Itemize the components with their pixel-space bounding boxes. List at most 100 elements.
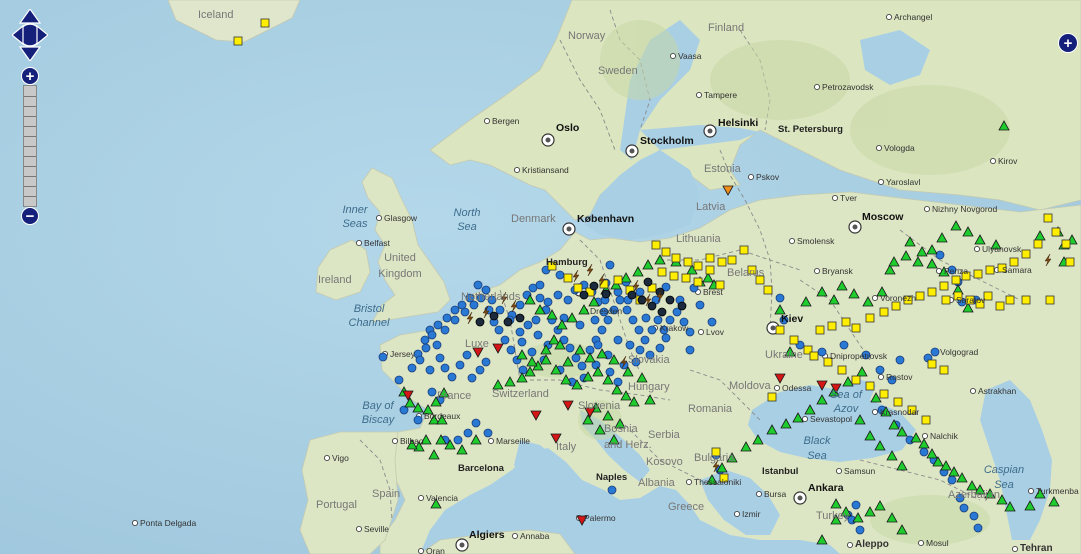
blue-circle-marker[interactable] bbox=[919, 447, 929, 457]
yellow-square-marker[interactable] bbox=[767, 392, 777, 402]
blue-circle-marker[interactable] bbox=[695, 300, 705, 310]
yellow-square-marker[interactable] bbox=[1065, 257, 1075, 267]
yellow-square-marker[interactable] bbox=[973, 269, 983, 279]
blue-circle-marker[interactable] bbox=[500, 335, 510, 345]
blue-circle-marker[interactable] bbox=[413, 415, 423, 425]
blue-circle-marker[interactable] bbox=[435, 353, 445, 363]
blue-circle-marker[interactable] bbox=[635, 345, 645, 355]
blue-circle-marker[interactable] bbox=[959, 503, 969, 513]
blue-circle-marker[interactable] bbox=[605, 367, 615, 377]
blue-circle-marker[interactable] bbox=[523, 320, 533, 330]
yellow-square-marker[interactable] bbox=[233, 36, 243, 46]
yellow-square-marker[interactable] bbox=[879, 307, 889, 317]
yellow-square-marker[interactable] bbox=[865, 381, 875, 391]
blue-circle-marker[interactable] bbox=[839, 340, 849, 350]
pan-up-icon[interactable] bbox=[18, 7, 42, 24]
blue-circle-marker[interactable] bbox=[647, 325, 657, 335]
yellow-square-marker[interactable] bbox=[651, 240, 661, 250]
blue-circle-marker[interactable] bbox=[875, 365, 885, 375]
yellow-square-marker[interactable] bbox=[1021, 295, 1031, 305]
blue-circle-marker[interactable] bbox=[420, 335, 430, 345]
blue-circle-marker[interactable] bbox=[495, 305, 505, 315]
yellow-square-marker[interactable] bbox=[763, 285, 773, 295]
pan-left-icon[interactable] bbox=[11, 24, 24, 46]
yellow-square-marker[interactable] bbox=[915, 291, 925, 301]
blue-circle-marker[interactable] bbox=[895, 355, 905, 365]
blue-circle-marker[interactable] bbox=[775, 293, 785, 303]
dark-circle-marker[interactable] bbox=[647, 301, 657, 311]
blue-circle-marker[interactable] bbox=[533, 330, 543, 340]
dark-circle-marker[interactable] bbox=[601, 289, 611, 299]
blue-circle-marker[interactable] bbox=[440, 325, 450, 335]
blue-circle-marker[interactable] bbox=[553, 290, 563, 300]
blue-circle-marker[interactable] bbox=[450, 305, 460, 315]
yellow-square-marker[interactable] bbox=[661, 247, 671, 257]
blue-circle-marker[interactable] bbox=[628, 315, 638, 325]
yellow-square-marker[interactable] bbox=[815, 325, 825, 335]
yellow-square-marker[interactable] bbox=[727, 255, 737, 265]
dark-circle-marker[interactable] bbox=[627, 290, 637, 300]
blue-circle-marker[interactable] bbox=[415, 355, 425, 365]
blue-circle-marker[interactable] bbox=[506, 345, 516, 355]
blue-circle-marker[interactable] bbox=[930, 347, 940, 357]
blue-circle-marker[interactable] bbox=[462, 350, 472, 360]
dark-circle-marker[interactable] bbox=[489, 311, 499, 321]
blue-circle-marker[interactable] bbox=[607, 485, 617, 495]
blue-circle-marker[interactable] bbox=[640, 335, 650, 345]
yellow-square-marker[interactable] bbox=[809, 351, 819, 361]
yellow-square-marker[interactable] bbox=[693, 261, 703, 271]
yellow-square-marker[interactable] bbox=[851, 375, 861, 385]
yellow-square-marker[interactable] bbox=[693, 277, 703, 287]
blue-circle-marker[interactable] bbox=[655, 343, 665, 353]
yellow-square-marker[interactable] bbox=[995, 301, 1005, 311]
blue-circle-marker[interactable] bbox=[518, 365, 528, 375]
yellow-square-marker[interactable] bbox=[827, 321, 837, 331]
yellow-square-marker[interactable] bbox=[951, 275, 961, 285]
yellow-square-marker[interactable] bbox=[1045, 295, 1055, 305]
blue-circle-marker[interactable] bbox=[515, 327, 525, 337]
blue-circle-marker[interactable] bbox=[707, 317, 717, 327]
pan-right-icon[interactable] bbox=[36, 24, 49, 46]
blue-circle-marker[interactable] bbox=[421, 343, 431, 353]
yellow-square-marker[interactable] bbox=[260, 18, 270, 28]
yellow-square-marker[interactable] bbox=[671, 253, 681, 263]
blue-circle-marker[interactable] bbox=[593, 340, 603, 350]
blue-circle-marker[interactable] bbox=[442, 313, 452, 323]
dark-circle-marker[interactable] bbox=[475, 317, 485, 327]
yellow-square-marker[interactable] bbox=[775, 325, 785, 335]
blue-circle-marker[interactable] bbox=[817, 347, 827, 357]
yellow-square-marker[interactable] bbox=[683, 257, 693, 267]
blue-circle-marker[interactable] bbox=[851, 500, 861, 510]
yellow-square-marker[interactable] bbox=[1043, 213, 1053, 223]
yellow-square-marker[interactable] bbox=[985, 265, 995, 275]
blue-circle-marker[interactable] bbox=[603, 315, 613, 325]
zoom-out-button[interactable]: − bbox=[21, 207, 39, 225]
blue-circle-marker[interactable] bbox=[475, 365, 485, 375]
yellow-square-marker[interactable] bbox=[1051, 227, 1061, 237]
yellow-square-marker[interactable] bbox=[879, 389, 889, 399]
yellow-square-marker[interactable] bbox=[717, 257, 727, 267]
dark-circle-marker[interactable] bbox=[579, 290, 589, 300]
blue-circle-marker[interactable] bbox=[517, 337, 527, 347]
yellow-square-marker[interactable] bbox=[1005, 295, 1015, 305]
blue-circle-marker[interactable] bbox=[531, 315, 541, 325]
blue-circle-marker[interactable] bbox=[597, 325, 607, 335]
blue-circle-marker[interactable] bbox=[527, 347, 537, 357]
pan-down-icon[interactable] bbox=[18, 46, 42, 63]
blue-circle-marker[interactable] bbox=[378, 352, 388, 362]
blue-circle-marker[interactable] bbox=[535, 293, 545, 303]
blue-circle-marker[interactable] bbox=[427, 387, 437, 397]
yellow-square-marker[interactable] bbox=[927, 359, 937, 369]
blue-circle-marker[interactable] bbox=[855, 525, 865, 535]
yellow-square-marker[interactable] bbox=[669, 271, 679, 281]
yellow-square-marker[interactable] bbox=[705, 265, 715, 275]
blue-circle-marker[interactable] bbox=[622, 305, 632, 315]
blue-circle-marker[interactable] bbox=[425, 365, 435, 375]
yellow-square-marker[interactable] bbox=[941, 295, 951, 305]
yellow-square-marker[interactable] bbox=[939, 365, 949, 375]
dark-circle-marker[interactable] bbox=[589, 281, 599, 291]
blue-circle-marker[interactable] bbox=[453, 435, 463, 445]
blue-circle-marker[interactable] bbox=[433, 320, 443, 330]
blue-circle-marker[interactable] bbox=[969, 511, 979, 521]
dark-circle-marker[interactable] bbox=[677, 301, 687, 311]
